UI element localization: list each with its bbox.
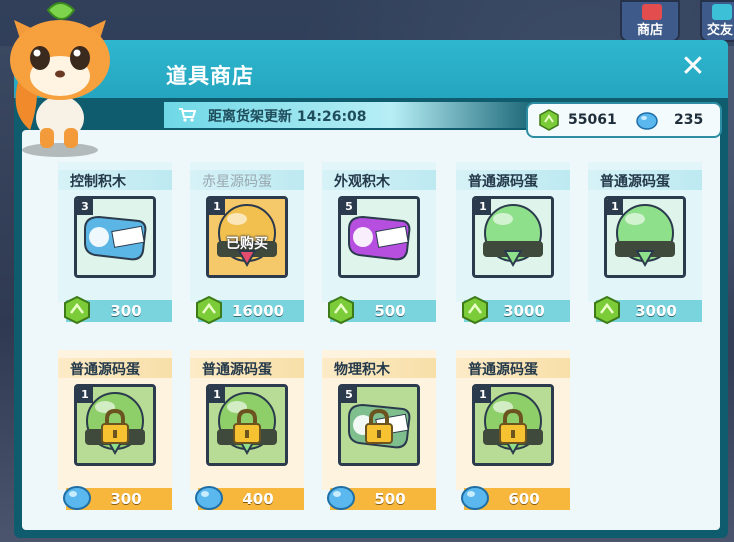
card-title-bar: 普通源码蛋 <box>456 358 570 378</box>
item-icon-frame: 1 <box>206 384 288 466</box>
card-title-bar: 控制积木 <box>58 170 172 190</box>
item-icon-frame: 1 <box>472 196 554 278</box>
item-price: 300 <box>110 490 142 508</box>
price-bar[interactable]: 500 <box>327 486 436 510</box>
item-level-badge: 1 <box>475 387 491 403</box>
refresh-timer-bar: 距离货架更新 14:26:08 <box>164 102 544 128</box>
blue-gem-icon <box>636 112 658 130</box>
item-icon-frame: 5 <box>338 196 420 278</box>
item-level-badge: 1 <box>77 387 93 403</box>
lock-icon <box>101 409 129 444</box>
fox-mascot <box>10 2 110 157</box>
lock-icon <box>365 409 393 444</box>
item-icon-frame: 3 <box>74 196 156 278</box>
refresh-timer-text: 距离货架更新 14:26:08 <box>208 106 367 126</box>
item-icon-frame: 1 已购买 <box>206 196 288 278</box>
item-level-badge: 1 <box>475 199 491 215</box>
price-bar[interactable]: 3000 <box>462 295 570 325</box>
sold-label: 已购买 <box>226 236 268 252</box>
refresh-label: 距离货架更新 <box>208 109 292 125</box>
item-price: 3000 <box>635 302 677 320</box>
item-level-badge: 5 <box>341 387 357 403</box>
item-price: 600 <box>508 490 540 508</box>
item-price: 500 <box>374 302 406 320</box>
item-name: 物理积木 <box>334 362 390 378</box>
shop-item-card[interactable]: 赤星源码蛋 1 已购买 16000 <box>190 162 304 330</box>
shop-icon <box>642 4 662 20</box>
shop-item-card[interactable]: 普通源码蛋 1 600 <box>456 350 570 518</box>
shop-item-card[interactable]: 普通源码蛋 1 300 <box>58 350 172 518</box>
shop-title: 道具商店 <box>166 64 254 88</box>
item-price: 400 <box>242 490 274 508</box>
item-price: 3000 <box>503 302 545 320</box>
price-bar[interactable]: 300 <box>63 486 172 510</box>
refresh-time: 14:26:08 <box>296 109 367 125</box>
close-button[interactable]: ✕ <box>678 52 708 82</box>
card-title-bar: 外观积木 <box>322 170 436 190</box>
currency-display: 55061 235 <box>526 102 722 138</box>
friends-icon <box>712 4 732 20</box>
price-bar[interactable]: 300 <box>64 295 172 325</box>
card-title-bar: 物理积木 <box>322 358 436 378</box>
lock-icon <box>499 409 527 444</box>
card-title-bar: 普通源码蛋 <box>588 170 702 190</box>
item-level-badge: 1 <box>209 387 225 403</box>
item-name: 普通源码蛋 <box>600 174 670 190</box>
card-title-bar: 普通源码蛋 <box>58 358 172 378</box>
card-title-bar: 普通源码蛋 <box>190 358 304 378</box>
green-gem-icon <box>539 109 559 131</box>
price-bar[interactable]: 400 <box>195 486 304 510</box>
item-name: 普通源码蛋 <box>70 362 140 378</box>
lock-icon <box>233 409 261 444</box>
item-name: 普通源码蛋 <box>202 362 272 378</box>
shop-nav-label: 商店 <box>636 23 663 38</box>
shop-nav-button[interactable]: 商店 <box>620 0 680 42</box>
card-title-bar: 普通源码蛋 <box>456 170 570 190</box>
item-icon-frame: 1 <box>472 384 554 466</box>
green-gem-amount: 55061 <box>568 112 617 128</box>
item-name: 普通源码蛋 <box>468 174 538 190</box>
item-icon-frame: 1 <box>604 196 686 278</box>
item-level-badge: 1 <box>209 199 225 215</box>
item-name: 控制积木 <box>70 174 126 190</box>
item-name: 普通源码蛋 <box>468 362 538 378</box>
shop-item-card[interactable]: 普通源码蛋 1 400 <box>190 350 304 518</box>
item-level-badge: 1 <box>607 199 623 215</box>
price-bar[interactable]: 500 <box>328 295 436 325</box>
item-name: 赤星源码蛋 <box>202 174 272 190</box>
friends-nav-label: 交友 <box>706 23 733 38</box>
item-price: 16000 <box>231 302 285 320</box>
price-bar[interactable]: 600 <box>461 486 570 510</box>
shop-item-card[interactable]: 普通源码蛋 1 3000 <box>456 162 570 330</box>
item-level-badge: 5 <box>341 199 357 215</box>
card-title-bar: 赤星源码蛋 <box>190 170 304 190</box>
shop-item-card[interactable]: 外观积木 5 500 <box>322 162 436 330</box>
shop-item-card[interactable]: 普通源码蛋 1 3000 <box>588 162 702 330</box>
price-bar[interactable]: 16000 <box>196 295 304 325</box>
item-price: 500 <box>374 490 406 508</box>
shop-item-card[interactable]: 控制积木 3 300 <box>58 162 172 330</box>
item-name: 外观积木 <box>334 174 390 190</box>
blue-gem-amount: 235 <box>674 112 704 128</box>
cart-icon <box>179 108 196 122</box>
shop-item-card[interactable]: 物理积木 5 500 <box>322 350 436 518</box>
item-price: 300 <box>110 302 142 320</box>
item-icon-frame: 5 <box>338 384 420 466</box>
friends-nav-button[interactable]: 交友 <box>700 0 734 42</box>
item-level-badge: 3 <box>77 199 93 215</box>
item-icon-frame: 1 <box>74 384 156 466</box>
price-bar[interactable]: 3000 <box>594 295 702 325</box>
